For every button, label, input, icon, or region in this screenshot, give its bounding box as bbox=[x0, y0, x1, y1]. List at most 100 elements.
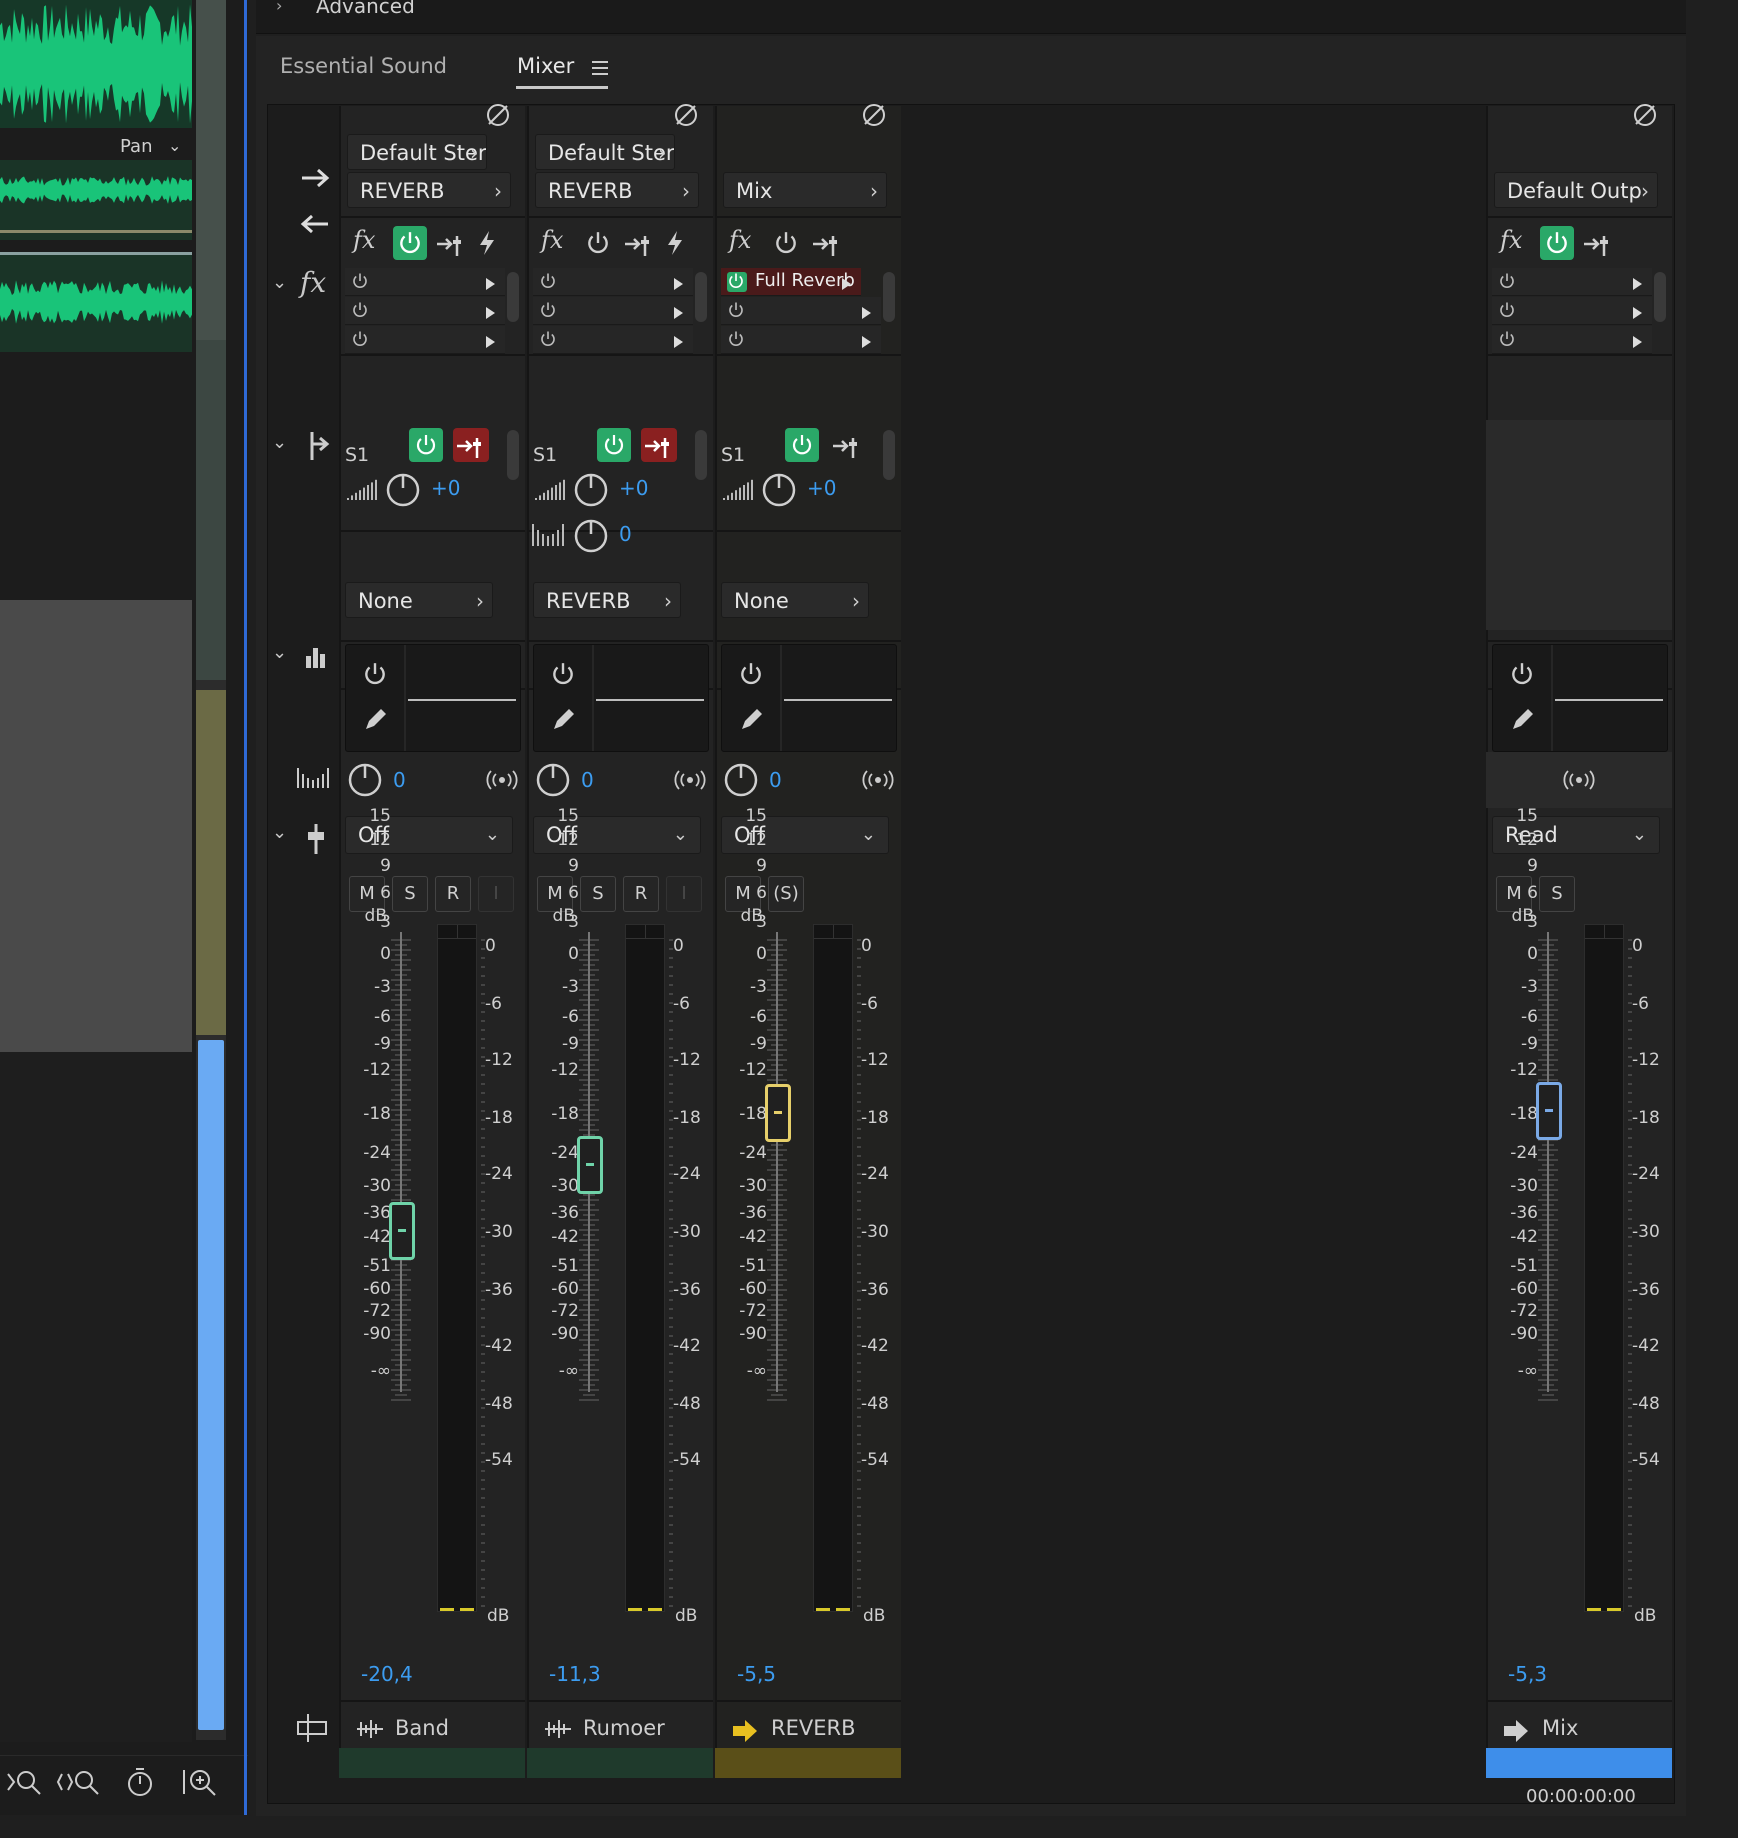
fx-prepost-icon[interactable] bbox=[435, 228, 465, 258]
send-level-value[interactable]: +0 bbox=[431, 476, 460, 500]
fx-prepost-icon[interactable] bbox=[811, 228, 841, 258]
track-name[interactable]: REVERB bbox=[771, 1716, 856, 1740]
vertical-scrollbar[interactable] bbox=[196, 0, 226, 1740]
eq-thumbnail[interactable] bbox=[345, 644, 521, 752]
fx-slot-power-icon[interactable] bbox=[539, 330, 559, 350]
stereo-width-icon[interactable] bbox=[1562, 770, 1596, 790]
track-name[interactable]: Band bbox=[395, 1716, 449, 1740]
fx-slot-power-icon[interactable] bbox=[1498, 330, 1518, 350]
collapse-eq-chevron-icon[interactable]: ⌄ bbox=[272, 642, 287, 663]
zoom-out-icon[interactable] bbox=[4, 1764, 44, 1800]
fx-slot-power-icon[interactable] bbox=[351, 330, 371, 350]
fx-slot-power-icon[interactable] bbox=[727, 301, 747, 321]
fader-scale-label: -24 bbox=[363, 1143, 391, 1163]
record-arm-button[interactable]: R bbox=[435, 876, 471, 912]
eq-power-icon[interactable] bbox=[738, 661, 764, 687]
send-target-select[interactable]: REVERB › bbox=[533, 582, 681, 618]
send-level-value[interactable]: +0 bbox=[619, 476, 648, 500]
fx-scrollbar[interactable] bbox=[695, 272, 707, 322]
tab-mixer[interactable]: Mixer bbox=[517, 54, 574, 78]
stereo-width-icon[interactable] bbox=[485, 770, 519, 790]
fx-slot-power-icon[interactable] bbox=[539, 301, 559, 321]
fader-scale-label: 6 bbox=[568, 883, 579, 903]
strip-divider bbox=[527, 106, 529, 1776]
fx-slot-power-icon[interactable] bbox=[727, 330, 747, 350]
send-target-select[interactable]: None › bbox=[345, 582, 493, 618]
meter-scale-label: -6 bbox=[861, 994, 878, 1014]
play-triangle-icon bbox=[486, 278, 495, 290]
send-scrollbar[interactable] bbox=[695, 430, 707, 480]
fx-render-icon[interactable] bbox=[475, 229, 499, 257]
fx-prepost-icon[interactable] bbox=[623, 228, 653, 258]
fader-scale-label: -60 bbox=[551, 1279, 579, 1299]
send-scrollbar[interactable] bbox=[507, 430, 519, 480]
chevron-right-icon: › bbox=[870, 179, 878, 203]
output-select[interactable]: Default Stere › bbox=[535, 134, 675, 170]
fader-scale-label: -30 bbox=[363, 1176, 391, 1196]
send-pan-value[interactable]: 0 bbox=[619, 522, 632, 546]
pan-knob[interactable] bbox=[723, 762, 759, 798]
tab-essential-sound[interactable]: Essential Sound bbox=[280, 54, 447, 78]
volume-fader-handle[interactable] bbox=[765, 1084, 791, 1142]
stereo-width-icon[interactable] bbox=[673, 770, 707, 790]
fader-scale-label: 6 bbox=[1527, 883, 1538, 903]
bus-track-icon bbox=[731, 1718, 761, 1744]
eq-edit-pencil-icon[interactable] bbox=[738, 705, 766, 733]
panel-menu-icon[interactable] bbox=[590, 58, 610, 78]
collapse-sends-chevron-icon[interactable]: ⌄ bbox=[272, 432, 287, 453]
track-name[interactable]: Mix bbox=[1542, 1716, 1578, 1740]
fx-slot-power-icon[interactable] bbox=[727, 272, 747, 292]
eq-thumbnail[interactable] bbox=[721, 644, 897, 752]
pan-knob[interactable] bbox=[347, 762, 383, 798]
volume-db-value[interactable]: -20,4 bbox=[361, 1662, 413, 1686]
volume-fader-handle[interactable] bbox=[577, 1135, 603, 1194]
collapse-fx-chevron-icon[interactable]: ⌄ bbox=[272, 272, 287, 293]
eq-power-icon[interactable] bbox=[1509, 661, 1535, 687]
fx-slot-power-icon[interactable] bbox=[351, 301, 371, 321]
scroll-thumb[interactable] bbox=[198, 1040, 224, 1730]
stereo-width-icon[interactable] bbox=[861, 770, 895, 790]
volume-db-value[interactable]: -5,3 bbox=[1508, 1662, 1547, 1686]
send-target-select[interactable]: None › bbox=[721, 582, 869, 618]
pan-knob[interactable] bbox=[535, 762, 571, 798]
volume-fader-handle[interactable] bbox=[389, 1201, 415, 1260]
fx-slot-power-icon[interactable] bbox=[539, 272, 559, 292]
collapse-volume-chevron-icon[interactable]: ⌄ bbox=[272, 822, 287, 843]
timer-icon[interactable] bbox=[122, 1764, 162, 1800]
meter-scale-label: -42 bbox=[485, 1336, 513, 1356]
track-name[interactable]: Rumoer bbox=[583, 1716, 665, 1740]
eq-edit-pencil-icon[interactable] bbox=[1509, 705, 1537, 733]
fx-slot-power-icon[interactable] bbox=[1498, 301, 1518, 321]
record-arm-button[interactable]: R bbox=[623, 876, 659, 912]
fx-slot-power-icon[interactable] bbox=[351, 272, 371, 292]
send-scrollbar[interactable] bbox=[883, 430, 895, 480]
eq-edit-pencil-icon[interactable] bbox=[362, 705, 390, 733]
fader-grip bbox=[586, 1162, 594, 1166]
eq-edit-pencil-icon[interactable] bbox=[550, 705, 578, 733]
eq-power-icon[interactable] bbox=[362, 661, 388, 687]
fx-scrollbar[interactable] bbox=[1654, 272, 1666, 322]
input-arrow-icon bbox=[300, 212, 330, 236]
chevron-right-icon[interactable]: › bbox=[276, 0, 282, 15]
send-level-value[interactable]: +0 bbox=[807, 476, 836, 500]
volume-db-value[interactable]: -11,3 bbox=[549, 1662, 601, 1686]
track-name-toggle-icon[interactable] bbox=[296, 1712, 328, 1744]
eq-power-icon[interactable] bbox=[550, 661, 576, 687]
chevron-down-icon[interactable]: ⌄ bbox=[168, 136, 181, 155]
volume-db-value[interactable]: -5,5 bbox=[737, 1662, 776, 1686]
meter-peak-right bbox=[836, 1608, 850, 1611]
eq-thumbnail[interactable] bbox=[1492, 644, 1668, 752]
advanced-section-header[interactable] bbox=[256, 0, 1686, 34]
fx-slot-power-icon[interactable] bbox=[1498, 272, 1518, 292]
zoom-selection-icon[interactable] bbox=[56, 1764, 99, 1800]
eq-thumbnail[interactable] bbox=[533, 644, 709, 752]
fader-scale-label: -60 bbox=[739, 1279, 767, 1299]
volume-fader-handle[interactable] bbox=[1536, 1082, 1562, 1140]
fx-scrollbar[interactable] bbox=[883, 272, 895, 322]
fx-prepost-icon[interactable] bbox=[1582, 228, 1612, 258]
zoom-in-icon[interactable] bbox=[180, 1764, 220, 1800]
fx-render-icon[interactable] bbox=[663, 229, 687, 257]
output-select[interactable]: Default Stere › bbox=[347, 134, 487, 170]
fx-scrollbar[interactable] bbox=[507, 272, 519, 322]
play-triangle-icon bbox=[674, 336, 683, 348]
